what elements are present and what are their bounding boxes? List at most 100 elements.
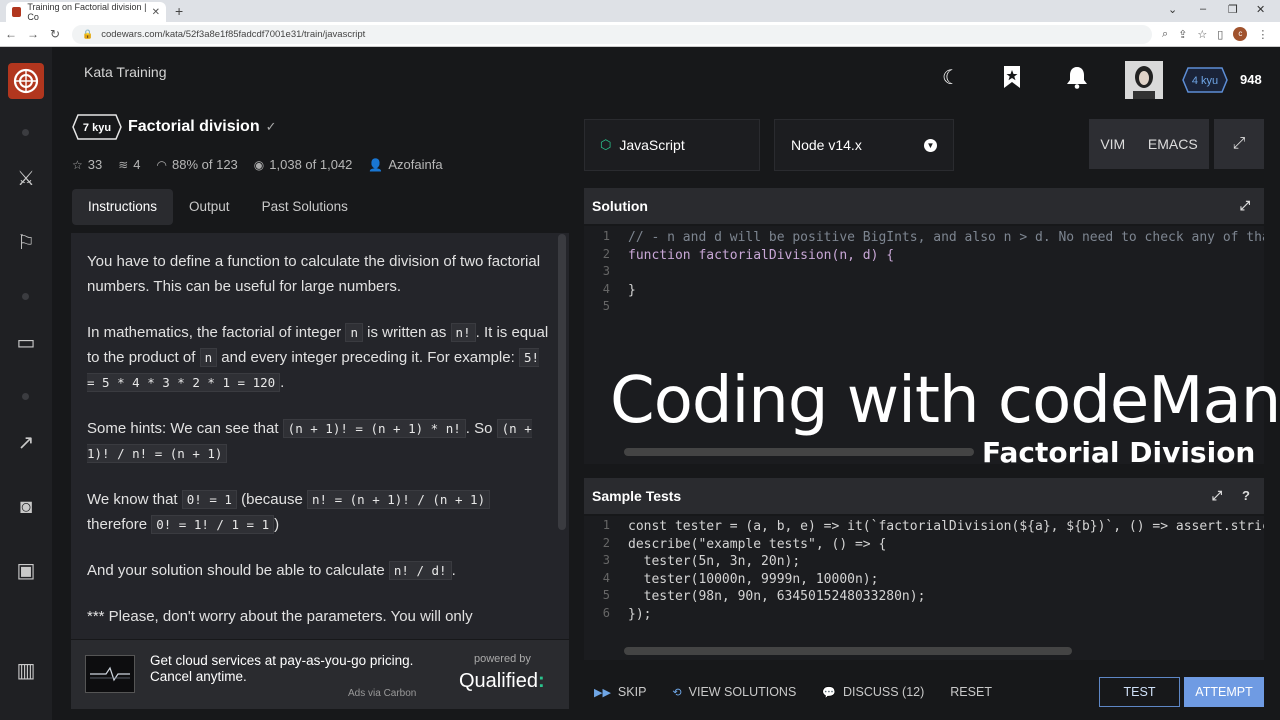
tab-output[interactable]: Output (173, 189, 246, 225)
window-close-icon[interactable]: ✕ (1256, 3, 1265, 16)
unlock-icon: ⟲ (672, 686, 682, 699)
maximize-icon[interactable]: ❐ (1228, 3, 1238, 16)
chat-icon[interactable]: ▣ (14, 559, 38, 583)
browser-tab[interactable]: Training on Factorial division | Co ✕ (6, 2, 166, 22)
back-icon[interactable]: ← (0, 27, 22, 41)
briefcase-icon[interactable]: ▭ (14, 331, 38, 355)
menu-dots-icon[interactable]: ⋮ (1257, 28, 1268, 41)
completed-stat: ◉ 1,038 of 1,042 (254, 157, 353, 172)
ad-text-line: Get cloud services at pay-as-you-go pric… (150, 653, 414, 668)
solution-hscrollbar[interactable] (624, 448, 974, 456)
qualified-brand-mark: : (537, 670, 545, 692)
test-button[interactable]: TEST (1099, 677, 1180, 707)
language-selector[interactable]: ⬡ JavaScript (584, 119, 760, 171)
user-avatar[interactable] (1125, 61, 1163, 99)
notifications-bell-icon[interactable] (1066, 65, 1088, 95)
ad-text[interactable]: Get cloud services at pay-as-you-go pric… (150, 653, 413, 685)
skip-label: SKIP (617, 685, 647, 699)
url-field[interactable]: 🔒 codewars.com/kata/52f3a8e1f85fadcdf700… (72, 24, 1152, 44)
codewars-logo[interactable] (8, 63, 44, 99)
leaderboard-icon[interactable]: ↗ (14, 431, 38, 455)
help-icon[interactable]: ? (1242, 478, 1250, 514)
javascript-hex-icon: ⬡ (600, 137, 612, 152)
vim-mode-button[interactable]: VIM (1100, 136, 1125, 152)
code-line: tester(10000n, 9999n, 10000n); (628, 571, 879, 587)
video-overlay-title: Coding with codeManS (610, 364, 1280, 438)
discuss-button[interactable]: 💬 DISCUSS (12) (822, 685, 924, 699)
profile-avatar[interactable]: c (1233, 27, 1248, 41)
chat-bubble-icon: 💬 (822, 686, 836, 699)
completed-circle-icon: ◉ (253, 157, 265, 172)
rail-divider-dot (22, 293, 29, 300)
satisfaction-stat: ◠ 88% of 123 (157, 157, 238, 172)
reset-button[interactable]: RESET (950, 685, 992, 699)
fullscreen-button[interactable]: ⤢ (1214, 119, 1264, 169)
minimize-icon[interactable]: – (1200, 3, 1206, 15)
runtime-version-select[interactable]: Node v14.x ▼ (774, 119, 954, 171)
version-label: Node v14.x (791, 137, 862, 153)
tests-hscrollbar[interactable] (624, 647, 1072, 655)
tab-search-icon[interactable]: ⌄ (1168, 3, 1177, 16)
kata-title-row: 7 kyu Factorial division ✓ (72, 114, 277, 140)
rank-badge: 4 kyu (1182, 67, 1228, 93)
instruction-paragraph: *** Please, don't worry about the parame… (87, 608, 473, 625)
lock-icon: 🔒 (82, 28, 94, 39)
language-label: JavaScript (619, 137, 685, 153)
honor-score: 948 (1240, 72, 1262, 87)
rail-divider-dot (22, 393, 29, 400)
skip-button[interactable]: ▶▶ SKIP (594, 685, 646, 699)
attempt-button[interactable]: ATTEMPT (1184, 677, 1264, 707)
new-tab-icon[interactable]: + (175, 3, 183, 19)
sample-tests-editor[interactable]: 123456 const tester = (a, b, e) => it(`f… (584, 516, 1264, 660)
practice-icon[interactable]: ⚔ (14, 167, 38, 191)
solution-heading: Solution (592, 198, 648, 214)
code-line: const tester = (a, b, e) => it(`factoria… (628, 519, 1264, 534)
stars-stat[interactable]: ☆ 33 (72, 157, 102, 172)
kyu-text: 7 kyu (83, 122, 111, 134)
code-line: tester(98n, 90n, 6345015248033280n); (628, 589, 926, 604)
instruction-paragraph: And your solution should be able to calc… (87, 561, 456, 580)
tab-close-icon[interactable]: ✕ (152, 7, 160, 18)
docs-book-icon[interactable]: ▥ (14, 659, 38, 683)
editor-mode-toggle: VIM EMACS (1089, 119, 1209, 169)
solution-code: // - n and d will be positive BigInts, a… (628, 229, 1264, 317)
dojo-icon[interactable]: ⚐ (14, 231, 38, 255)
bookmark-icon[interactable] (1002, 65, 1022, 95)
dark-mode-moon-icon[interactable]: ☾ (942, 65, 960, 90)
collections-stat[interactable]: ≋ 4 (118, 157, 140, 172)
instruction-paragraph: You have to define a function to calcula… (87, 253, 541, 295)
tab-past-solutions[interactable]: Past Solutions (246, 189, 364, 225)
ad-via-label[interactable]: Ads via Carbon (348, 688, 416, 699)
share-icon[interactable]: ⇪ (1178, 28, 1187, 41)
page-section-title: Kata Training (84, 64, 167, 80)
emacs-mode-button[interactable]: EMACS (1148, 136, 1198, 152)
expand-solution-icon[interactable]: ⤢ (1240, 188, 1250, 224)
video-overlay-subtitle: Factorial Division (982, 436, 1256, 469)
bookmark-star-icon[interactable]: ☆ (1197, 28, 1207, 41)
reload-icon[interactable]: ↻ (44, 27, 66, 41)
qualified-logo[interactable]: Qualified: (459, 670, 545, 693)
tab-instructions[interactable]: Instructions (72, 189, 174, 225)
expand-tests-icon[interactable]: ⤢ (1212, 478, 1222, 514)
zoom-icon[interactable]: ⌕ (1162, 28, 1168, 41)
forward-icon[interactable]: → (22, 27, 44, 41)
discuss-label: DISCUSS (12) (843, 685, 925, 699)
layers-icon: ≋ (118, 157, 129, 172)
code-line: tester(5n, 3n, 20n); (628, 554, 801, 569)
author-name: Azofainfa (388, 157, 443, 172)
top-header: Kata Training ☾ 4 kyu 948 (52, 47, 1280, 99)
kyu-badge: 7 kyu (72, 114, 122, 140)
code-line: describe("example tests", () => { (628, 536, 887, 552)
author-stat[interactable]: 👤 Azofainfa (368, 157, 442, 172)
instructions-scrollbar[interactable] (558, 234, 566, 530)
completed-check-icon: ✓ (265, 119, 277, 134)
rail-divider-dot (22, 129, 29, 136)
qualified-brand-text: Qualified (459, 670, 538, 692)
codewars-logo-icon (13, 68, 39, 94)
sidebar-icon[interactable]: ▯ (1217, 28, 1223, 41)
discord-icon[interactable]: ◙ (14, 495, 38, 519)
carbon-ad[interactable]: Get cloud services at pay-as-you-go pric… (71, 640, 569, 709)
view-solutions-button[interactable]: ⟲ VIEW SOLUTIONS (672, 685, 796, 699)
